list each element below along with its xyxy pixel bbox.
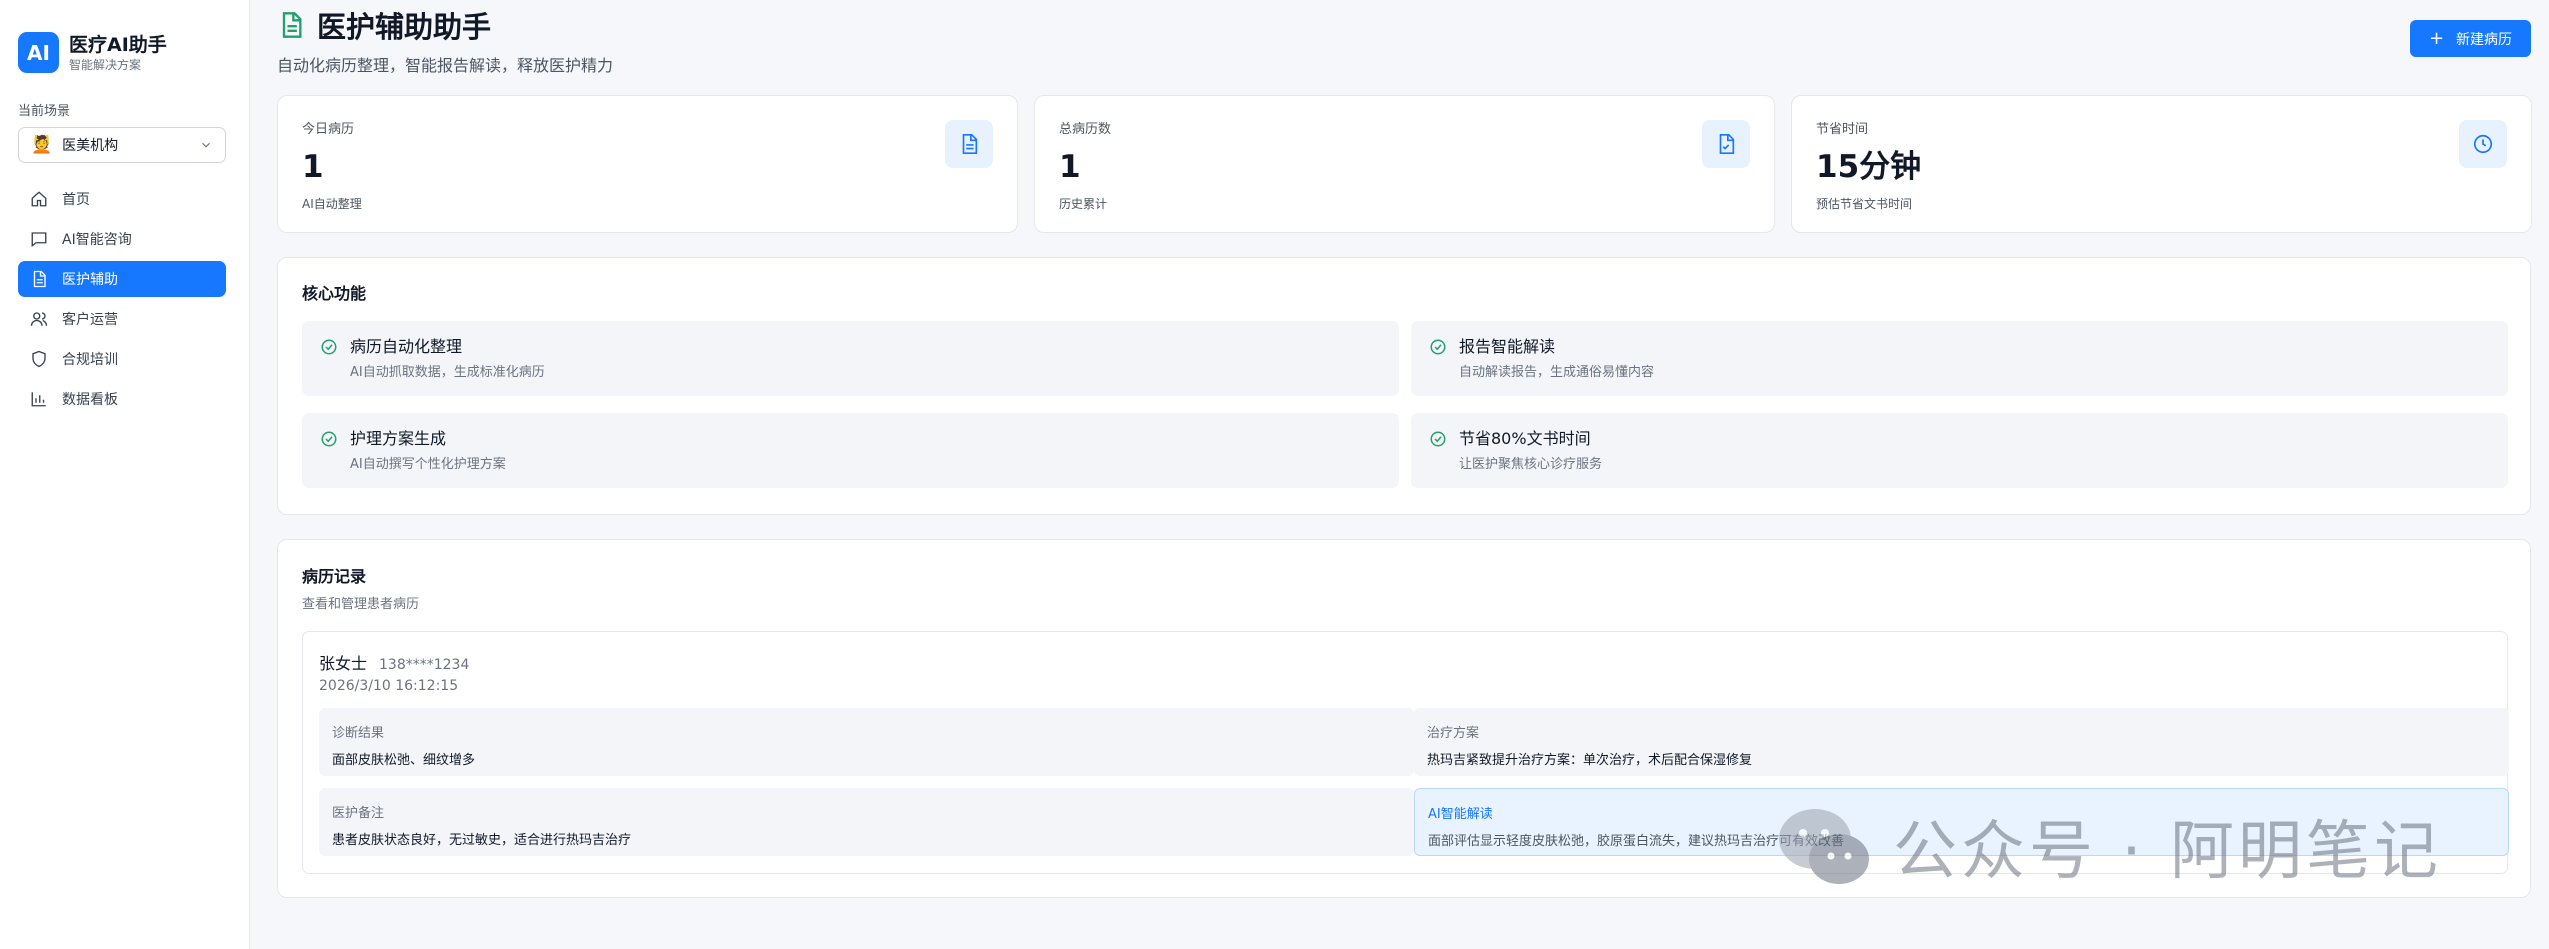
records-title: 病历记录 — [302, 567, 367, 586]
app-title: 医疗AI助手 — [69, 33, 167, 56]
stat-label: 节省时间 — [1816, 122, 1869, 137]
sidebar: AI 医疗AI助手 智能解决方案 当前场景 💆 医美机构 首页 AI智能咨询 医… — [0, 0, 250, 949]
scene-select[interactable]: 💆 医美机构 — [18, 127, 226, 163]
stat-icon-box — [945, 120, 993, 168]
field-label: 医护备注 — [332, 806, 385, 821]
feature-title: 节省80%文书时间 — [1459, 429, 1591, 448]
check-circle-icon — [1430, 431, 1446, 447]
patient-phone: 138****1234 — [379, 657, 470, 673]
stat-card-time-saved: 节省时间 15分钟 预估节省文书时间 — [1791, 95, 2532, 233]
feature-desc: AI自动撰写个性化护理方案 — [350, 457, 506, 472]
sidebar-nav: 首页 AI智能咨询 医护辅助 客户运营 合规培训 数据看板 — [18, 181, 226, 421]
sidebar-item-label: 数据看板 — [62, 392, 118, 408]
scene-label: 当前场景 — [18, 104, 71, 119]
sidebar-item-dashboard[interactable]: 数据看板 — [18, 381, 226, 417]
feature-desc: 自动解读报告，生成通俗易懂内容 — [1459, 365, 1655, 380]
treatment-field: 治疗方案 热玛吉紧致提升治疗方案：单次治疗，术后配合保湿修复 — [1414, 708, 2509, 776]
sidebar-item-ai-consult[interactable]: AI智能咨询 — [18, 221, 226, 257]
sidebar-item-medical-assist[interactable]: 医护辅助 — [18, 261, 226, 297]
feature-title: 报告智能解读 — [1459, 337, 1556, 356]
stat-card-total: 总病历数 1 历史累计 — [1034, 95, 1775, 233]
shield-icon — [32, 350, 46, 368]
field-label: 诊断结果 — [332, 726, 385, 741]
sidebar-item-label: 首页 — [62, 192, 90, 208]
features-section: 核心功能 病历自动化整理 AI自动抓取数据，生成标准化病历 报告智能解读 自动解… — [277, 257, 2531, 515]
page-title: 医护辅助助手 — [317, 10, 492, 44]
app-subtitle: 智能解决方案 — [69, 57, 142, 72]
sidebar-item-home[interactable]: 首页 — [18, 181, 226, 217]
check-circle-icon — [321, 431, 337, 447]
stat-label: 今日病历 — [302, 122, 355, 137]
brand[interactable]: AI 医疗AI助手 智能解决方案 — [18, 32, 167, 73]
document-icon — [962, 134, 978, 154]
sidebar-item-label: 医护辅助 — [62, 272, 118, 288]
plus-icon: + — [2428, 27, 2445, 49]
page-header: 医护辅助助手 自动化病历整理，智能报告解读，释放医护精力 — [277, 6, 613, 76]
sidebar-item-label: AI智能咨询 — [62, 232, 132, 248]
page-subtitle: 自动化病历整理，智能报告解读，释放医护精力 — [277, 56, 614, 75]
home-icon — [31, 191, 47, 207]
field-label: 治疗方案 — [1427, 726, 1480, 741]
app-logo: AI — [18, 32, 59, 73]
scene-selected-value: 医美机构 — [62, 138, 119, 154]
chevron-down-icon — [202, 142, 210, 148]
check-circle-icon — [1430, 339, 1446, 355]
stat-label: 总病历数 — [1059, 122, 1112, 137]
watermark-text: 公众号 · 阿明笔记 — [1893, 815, 2443, 889]
feature-desc: AI自动抓取数据，生成标准化病历 — [350, 365, 545, 380]
feature-desc: 让医护聚焦核心诊疗服务 — [1459, 457, 1603, 472]
chat-icon — [31, 232, 47, 248]
document-icon — [282, 12, 302, 38]
stat-note: 历史累计 — [1059, 197, 1108, 211]
watermark: 公众号 · 阿明笔记 — [1775, 800, 2442, 892]
wechat-icon — [1779, 809, 1869, 884]
feature-item: 报告智能解读 自动解读报告，生成通俗易懂内容 — [1411, 321, 2508, 396]
field-value: 面部皮肤松弛、细纹增多 — [332, 753, 476, 768]
users-icon — [30, 312, 48, 326]
file-check-icon — [1719, 134, 1735, 154]
sidebar-item-label: 客户运营 — [62, 312, 118, 328]
field-value: 患者皮肤状态良好，无过敏史，适合进行热玛吉治疗 — [332, 833, 632, 848]
sidebar-item-compliance[interactable]: 合规培训 — [18, 341, 226, 377]
feature-item: 节省80%文书时间 让医护聚焦核心诊疗服务 — [1411, 413, 2508, 488]
new-record-button[interactable]: + 新建病历 — [2410, 20, 2531, 57]
feature-title: 护理方案生成 — [350, 429, 447, 448]
bar-chart-icon — [31, 392, 46, 407]
record-timestamp: 2026/3/10 16:12:15 — [319, 678, 459, 694]
stat-icon-box — [1702, 120, 1750, 168]
feature-title: 病历自动化整理 — [350, 337, 463, 356]
diagnosis-field: 诊断结果 面部皮肤松弛、细纹增多 — [319, 708, 1414, 776]
stat-note: AI自动整理 — [302, 197, 362, 211]
stat-icon-box — [2459, 120, 2507, 168]
records-subtitle: 查看和管理患者病历 — [302, 597, 420, 612]
check-circle-icon — [321, 339, 337, 355]
stat-value: 1 — [1059, 149, 1081, 185]
features-title: 核心功能 — [302, 284, 367, 303]
notes-field: 医护备注 患者皮肤状态良好，无过敏史，适合进行热玛吉治疗 — [319, 788, 1414, 856]
feature-item: 护理方案生成 AI自动撰写个性化护理方案 — [302, 413, 1399, 488]
patient-name: 张女士 — [319, 654, 368, 673]
feature-item: 病历自动化整理 AI自动抓取数据，生成标准化病历 — [302, 321, 1399, 396]
field-value: 热玛吉紧致提升治疗方案：单次治疗，术后配合保湿修复 — [1427, 753, 1753, 768]
sidebar-item-label: 合规培训 — [62, 352, 118, 368]
stat-note: 预估节省文书时间 — [1816, 197, 1913, 211]
scene-emoji-icon: 💆 — [31, 135, 53, 155]
stat-value: 1 — [302, 149, 324, 185]
clock-icon — [2473, 134, 2493, 154]
new-record-label: 新建病历 — [2456, 31, 2513, 48]
stat-value: 15分钟 — [1816, 149, 1922, 185]
sidebar-item-customer-ops[interactable]: 客户运营 — [18, 301, 226, 337]
stat-card-today: 今日病历 1 AI自动整理 — [277, 95, 1018, 233]
document-icon — [33, 270, 46, 288]
